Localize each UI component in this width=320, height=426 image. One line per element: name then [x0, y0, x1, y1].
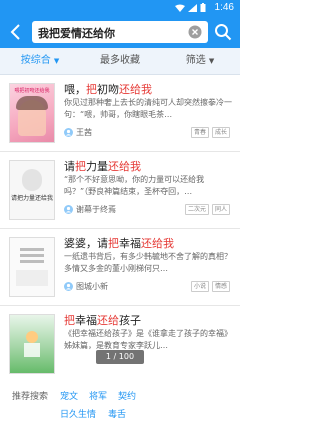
results-list: 喂把初吻还给我 喂，把初吻还给我 你见过那种奢上去长的清纯可人却突然擦拳冷一句：… [0, 75, 240, 375]
caret-down-icon: ▼ [53, 57, 60, 65]
result-title: 婆婆，请把幸福还给我 [64, 235, 174, 251]
title-segment: 请 [64, 160, 75, 173]
clear-icon[interactable] [188, 25, 202, 39]
tab-filter[interactable]: 筛选 ▼ [160, 48, 240, 74]
status-bar: 1:46 [0, 0, 240, 16]
title-segment: 力量 [86, 160, 108, 173]
title-highlight: 还给我 [141, 237, 174, 250]
author-name: 王茜 [76, 128, 92, 137]
tag-badge: 成长 [211, 127, 230, 138]
signal-icon [188, 3, 197, 12]
title-segment: 幸福 [119, 237, 141, 250]
tab-comprehensive[interactable]: 按综合 ▼ [0, 48, 80, 74]
title-segment: 幸福 [75, 314, 97, 327]
recommended-keyword[interactable]: 日久生情 [60, 407, 96, 420]
author-name: 谢幕于终焉 [76, 205, 116, 214]
recommended-keyword[interactable]: 毒舌 [108, 407, 126, 420]
tag-badge: 情感 [211, 281, 230, 292]
result-description: 你见过那种奢上去长的清纯可人却突然擦拳冷一句：“喂，帅哥，你瞎眼毛茶… [64, 98, 232, 119]
caret-down-icon: ▼ [208, 57, 215, 65]
list-item[interactable]: 把幸福还给孩子 《把幸福还给孩子》是《谁拿走了孩子的幸福》姊妹篇，是教育专家李跃… [0, 306, 240, 375]
list-item[interactable]: 婆婆，请把幸福还给我 一纸遗书背后，有多少韩毓地不舍了解的真相？多情又多金的董小… [0, 229, 240, 306]
page-indicator: 1 / 100 [96, 350, 144, 364]
tag-badge: 同人 [211, 204, 230, 215]
tab-most-favorited-label: 最多收藏 [100, 55, 140, 66]
user-icon [64, 128, 73, 137]
title-highlight: 把 [75, 160, 86, 173]
title-segment: 孩子 [119, 314, 141, 327]
book-cover [9, 237, 55, 297]
search-input[interactable]: 我把爱情还给你 [32, 21, 208, 43]
recommended-label: 推荐搜索 [12, 392, 49, 402]
back-arrow-icon[interactable] [4, 20, 28, 44]
book-cover: 请把力量还给我 [9, 160, 55, 220]
tag-badge: 青春 [190, 127, 209, 138]
recommended-keyword[interactable]: 契约 [118, 389, 136, 402]
user-icon [64, 282, 73, 291]
tab-filter-label: 筛选 [185, 55, 206, 66]
title-highlight: 还给 [97, 314, 119, 327]
recommended-searches: 推荐搜索 宠文 将军 契约 日久生情 毒舌 [0, 382, 240, 426]
result-description: 一纸遗书背后，有多少韩毓地不舍了解的真相？多情又多金的董小刚梯何只… [64, 252, 232, 273]
cover-title: 请把力量还给我 [10, 195, 53, 202]
tab-most-favorited[interactable]: 最多收藏 [80, 48, 160, 74]
list-item[interactable]: 喂把初吻还给我 喂，把初吻还给我 你见过那种奢上去长的清纯可人却突然擦拳冷一句：… [0, 75, 240, 152]
search-query-text: 我把爱情还给你 [38, 27, 115, 40]
title-segment: 喂， [64, 83, 86, 96]
result-title: 请把力量还给我 [64, 158, 141, 174]
tag-badge: 小说 [190, 281, 209, 292]
result-title: 喂，把初吻还给我 [64, 81, 152, 97]
book-cover [9, 314, 55, 374]
result-description: “那个不好意思呦，你的力量可以还给我吗？”（野良神篇结束，圣杯夺回，… [64, 175, 205, 196]
title-highlight: 把 [108, 237, 119, 250]
title-segment: 初吻 [97, 83, 119, 96]
title-highlight: 把 [64, 314, 75, 327]
sort-tabs: 按综合 ▼ 最多收藏 筛选 ▼ [0, 48, 240, 75]
cover-title: 喂把初吻还给我 [14, 88, 50, 94]
result-tags: 小说 情感 [190, 281, 230, 292]
result-description: 《把幸福还给孩子》是《谁拿走了孩子的幸福》姊妹篇，是教育专家李跃儿… [64, 329, 232, 350]
wifi-icon [175, 4, 185, 12]
title-highlight: 把 [86, 83, 97, 96]
recommended-keyword[interactable]: 将军 [89, 389, 107, 402]
result-author: 谢幕于终焉 [64, 204, 116, 215]
list-item[interactable]: 请把力量还给我 请把力量还给我 “那个不好意思呦，你的力量可以还给我吗？”（野良… [0, 152, 240, 229]
title-highlight: 还给我 [119, 83, 152, 96]
result-tags: 青春 成长 [190, 127, 230, 138]
user-icon [64, 205, 73, 214]
title-segment: 婆婆，请 [64, 237, 108, 250]
search-app-bar: 我把爱情还给你 [0, 16, 240, 48]
result-tags: 二次元 同人 [184, 204, 230, 215]
book-cover: 喂把初吻还给我 [9, 83, 55, 143]
result-author: 图城小新 [64, 281, 108, 292]
search-icon[interactable] [214, 23, 232, 41]
recommended-keyword[interactable]: 宠文 [60, 389, 78, 402]
status-time: 1:46 [214, 2, 234, 13]
result-author: 王茜 [64, 127, 92, 138]
result-title: 把幸福还给孩子 [64, 312, 141, 328]
author-name: 图城小新 [76, 282, 108, 291]
tag-badge: 二次元 [184, 204, 209, 215]
title-highlight: 还给我 [108, 160, 141, 173]
battery-icon [200, 3, 206, 12]
tab-comprehensive-label: 按综合 [20, 55, 51, 66]
